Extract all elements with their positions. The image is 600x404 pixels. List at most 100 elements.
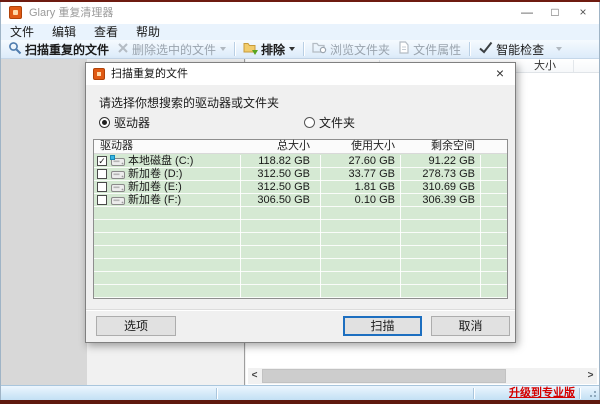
column-header[interactable]: 驱动器: [100, 140, 133, 153]
magnifier-icon: [8, 41, 22, 58]
folders-radio[interactable]: 文件夹: [304, 114, 355, 131]
scroll-left-icon[interactable]: <: [248, 368, 261, 384]
drive-name: 新加卷 (F:): [128, 194, 182, 206]
toolbar-separator: [234, 42, 236, 56]
drive-total-size: 118.82 GB: [258, 155, 310, 167]
scan-dialog: 扫描重复的文件 × 请选择你想搜索的驱动器或文件夹 驱动器 文件夹 驱动器 总大小…: [85, 62, 516, 343]
drive-free-size: 310.69 GB: [422, 181, 475, 193]
table-row[interactable]: 新加卷 (E:) 312.50 GB 1.81 GB 310.69 GB: [94, 181, 507, 194]
toolbar-item-label: 智能检查: [496, 42, 545, 57]
toolbar-item-label: 排除: [261, 42, 286, 57]
drives-table: 驱动器 总大小 使用大小 剩余空间 ✓ 本地磁盘 (C:) 118.82 GB 27.60 …: [93, 139, 508, 299]
status-bar: 升级到专业版: [1, 385, 599, 400]
chevron-down-icon[interactable]: [220, 47, 227, 51]
scrollbar-thumb[interactable]: [262, 369, 506, 383]
toolbar-item-label: 文件属性: [413, 42, 462, 57]
chevron-down-icon[interactable]: [289, 47, 296, 51]
exclude-button[interactable]: 排除: [239, 41, 299, 58]
column-header[interactable]: 使用大小: [320, 140, 395, 153]
folders-radio-label: 文件夹: [319, 116, 356, 130]
statusbar-divider: [473, 388, 474, 399]
menu-item[interactable]: 查看: [85, 24, 127, 40]
browse-folder-button[interactable]: 浏览文件夹: [308, 41, 394, 58]
scan-button[interactable]: 扫描: [343, 316, 422, 336]
dialog-close-button[interactable]: ×: [485, 63, 515, 85]
title-bar: Glary 重复清理器 — □ ×: [1, 2, 599, 24]
options-button[interactable]: 选项: [96, 316, 176, 336]
scan-duplicate-files-button[interactable]: 扫描重复的文件: [4, 41, 113, 58]
column-header[interactable]: 总大小: [240, 140, 310, 153]
empty-table-row: [94, 246, 507, 259]
toolbar-separator: [469, 42, 471, 56]
dialog-title: 扫描重复的文件: [111, 68, 188, 80]
smart-check-button[interactable]: 智能检查: [474, 41, 548, 58]
checkbox-icon[interactable]: [97, 169, 107, 179]
drive-used-size: 1.81 GB: [354, 181, 395, 193]
menu-item[interactable]: 编辑: [43, 24, 85, 40]
checkbox-icon[interactable]: [97, 182, 107, 192]
drive-name: 本地磁盘 (C:): [128, 155, 194, 167]
drives-radio[interactable]: 驱动器: [99, 114, 150, 131]
empty-table-row: [94, 220, 507, 233]
drive-used-size: 27.60 GB: [348, 155, 395, 167]
menu-bar: 文件 编辑 查看 帮助: [1, 24, 599, 40]
close-button[interactable]: ×: [569, 2, 597, 24]
table-row[interactable]: ✓ 本地磁盘 (C:) 118.82 GB 27.60 GB 91.22 GB: [94, 155, 507, 168]
radio-icon: [304, 117, 315, 128]
maximize-button[interactable]: □: [541, 2, 569, 24]
folder-exclude-icon: [243, 41, 259, 58]
toolbar: 扫描重复的文件 删除选中的文件 排除 浏览文件夹 文件属性 智能检查: [1, 40, 599, 59]
chevron-down-icon[interactable]: [556, 47, 563, 51]
drive-used-size: 33.77 GB: [348, 168, 395, 180]
upgrade-to-pro-link[interactable]: 升级到专业版: [509, 386, 575, 401]
window-title: Glary 重复清理器: [29, 7, 114, 19]
empty-table-row: [94, 207, 507, 220]
desktop-background-strip: [0, 400, 600, 404]
minimize-button[interactable]: —: [513, 2, 541, 24]
empty-table-row: [94, 259, 507, 272]
scroll-right-icon[interactable]: >: [584, 368, 597, 384]
column-header[interactable]: 剩余空间: [400, 140, 475, 153]
delete-x-icon: [117, 42, 129, 57]
menu-item[interactable]: 帮助: [127, 24, 169, 40]
browse-folder-icon: [312, 41, 327, 57]
smart-check-dropdown[interactable]: [548, 41, 566, 58]
system-drive-badge-icon: [110, 155, 115, 160]
toolbar-separator: [303, 42, 305, 56]
drive-free-size: 91.22 GB: [428, 155, 475, 167]
drives-radio-label: 驱动器: [114, 116, 151, 130]
app-icon: [9, 6, 22, 19]
dialog-divider: [86, 309, 515, 310]
header-divider: [573, 60, 574, 72]
delete-selected-files-button[interactable]: 删除选中的文件: [113, 41, 230, 58]
file-properties-button[interactable]: 文件属性: [394, 41, 465, 58]
drive-total-size: 312.50 GB: [257, 168, 310, 180]
drive-name: 新加卷 (D:): [128, 168, 183, 180]
radio-icon: [99, 117, 110, 128]
check-icon: [478, 41, 493, 57]
table-row[interactable]: 新加卷 (F:) 306.50 GB 0.10 GB 306.39 GB: [94, 194, 507, 207]
empty-table-row: [94, 285, 507, 298]
drives-table-body: ✓ 本地磁盘 (C:) 118.82 GB 27.60 GB 91.22 GB 新加卷 (…: [94, 155, 507, 298]
dialog-prompt: 请选择你想搜索的驱动器或文件夹: [99, 96, 280, 110]
empty-table-row: [94, 233, 507, 246]
sidebar-panel: [1, 59, 87, 385]
dialog-icon: [93, 68, 105, 80]
drive-name: 新加卷 (E:): [128, 181, 182, 193]
empty-table-row: [94, 272, 507, 285]
cancel-button[interactable]: 取消: [431, 316, 510, 336]
table-row[interactable]: 新加卷 (D:) 312.50 GB 33.77 GB 278.73 GB: [94, 168, 507, 181]
checkbox-checked-icon[interactable]: ✓: [97, 156, 107, 166]
checkbox-icon[interactable]: [97, 195, 107, 205]
toolbar-item-label: 删除选中的文件: [132, 42, 217, 57]
drive-free-size: 278.73 GB: [422, 168, 475, 180]
drives-table-header: 驱动器 总大小 使用大小 剩余空间: [94, 140, 507, 154]
resize-grip-icon[interactable]: [587, 388, 596, 397]
statusbar-divider: [216, 388, 217, 399]
statusbar-divider: [579, 388, 580, 399]
menu-item[interactable]: 文件: [1, 24, 43, 40]
drive-free-size: 306.39 GB: [422, 194, 475, 206]
horizontal-scrollbar[interactable]: < >: [248, 368, 597, 384]
size-column-header[interactable]: 大小: [534, 59, 556, 73]
dialog-title-bar: 扫描重复的文件 ×: [86, 63, 515, 85]
